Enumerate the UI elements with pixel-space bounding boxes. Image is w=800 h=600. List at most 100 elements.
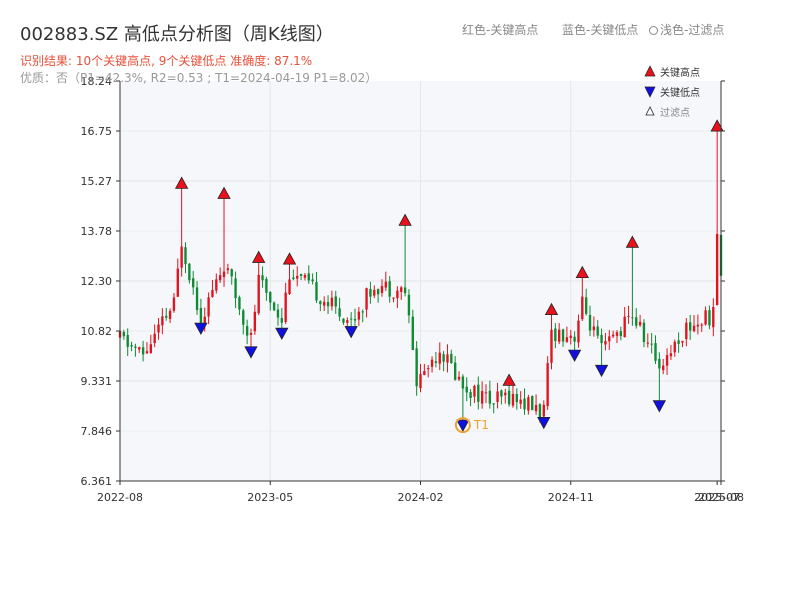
candle-body: [384, 281, 388, 288]
y-tick-label: 7.846: [81, 425, 113, 438]
candle-body: [153, 333, 156, 344]
candle-body: [631, 317, 634, 319]
candle-body: [126, 335, 129, 347]
quality-summary: 优质：否（P1=42.3%, R2=0.53 ; T1=2024-04-19 P…: [20, 71, 378, 85]
candle-body: [149, 344, 153, 353]
candle-body: [122, 331, 126, 337]
candle-body: [646, 342, 649, 344]
candle-body: [134, 346, 137, 348]
candle-body: [423, 370, 426, 376]
candle-body: [346, 320, 349, 323]
candle-body: [511, 393, 515, 406]
candle-body: [477, 384, 480, 402]
candle-body: [392, 297, 395, 299]
candle-body: [573, 336, 576, 342]
candle-body: [168, 310, 172, 319]
candle-body: [326, 302, 330, 307]
y-tick-label: 13.78: [81, 225, 113, 238]
x-tick-label: 2022-08: [97, 491, 143, 504]
candle-body: [507, 390, 511, 405]
candle-body: [130, 345, 133, 347]
t1-label: T1: [473, 418, 489, 432]
candle-body: [349, 318, 353, 320]
candle-body: [311, 279, 314, 282]
candle-body: [453, 362, 457, 380]
candle-body: [188, 263, 191, 281]
candle-body: [415, 348, 418, 387]
candle-body: [457, 376, 461, 380]
candle-body: [411, 316, 414, 351]
candle-body: [627, 315, 630, 317]
candle-body: [554, 328, 557, 342]
candle-body: [176, 268, 179, 297]
candle-body: [504, 392, 507, 396]
candle-body: [696, 324, 700, 327]
y-tick-label: 10.82: [81, 325, 113, 338]
candle-body: [519, 399, 522, 404]
candle-body: [669, 353, 673, 357]
candle-body: [211, 289, 214, 297]
x-tick-label: 2024-11: [548, 491, 594, 504]
candle-body: [226, 268, 230, 271]
candle-body: [654, 343, 657, 361]
candle-body: [165, 315, 168, 318]
candle-body: [430, 359, 434, 367]
candle-body: [688, 322, 692, 331]
candle-body: [600, 334, 603, 344]
candle-body: [357, 311, 361, 320]
candle-body: [184, 247, 187, 265]
x-tick-label: 2024-02: [398, 491, 444, 504]
candle-body: [365, 288, 368, 310]
candle-body: [353, 318, 357, 321]
candle-body: [257, 274, 260, 314]
candle-body: [342, 318, 345, 323]
x-tick-label: 2025-08: [698, 491, 744, 504]
candle-body: [161, 316, 164, 326]
legend-high-icon: [644, 65, 656, 77]
candle-body: [253, 311, 257, 332]
candle-body: [650, 343, 653, 345]
candle-body: [558, 329, 561, 342]
candle-body: [222, 271, 226, 278]
candle-body: [484, 392, 488, 394]
candle-body: [500, 390, 503, 397]
candle-body: [662, 365, 665, 371]
candle-body: [700, 324, 703, 326]
candle-body: [249, 332, 253, 335]
candle-body: [450, 353, 453, 364]
candle-body: [565, 337, 569, 342]
candle-body: [531, 396, 534, 411]
candle-body: [141, 347, 145, 355]
candle-body: [369, 288, 372, 297]
candle-body: [330, 297, 334, 307]
legend-high-label: 关键高点: [660, 66, 700, 79]
candle-body: [673, 341, 676, 353]
candle-body: [550, 329, 553, 363]
candle-body: [623, 316, 626, 338]
candle-body: [704, 310, 707, 325]
candle-body: [608, 336, 611, 342]
candle-body: [396, 290, 399, 299]
y-tick-label: 12.30: [81, 275, 113, 288]
candle-body: [307, 273, 310, 281]
candle-body: [157, 324, 160, 333]
candle-body: [523, 398, 526, 410]
candlestick-chart: T1 6.361 7.846 9.331 10.82 12.30 13.78 15.27 16…: [81, 65, 744, 504]
candle-body: [473, 385, 476, 397]
candle-body: [192, 278, 195, 288]
candle-body: [577, 320, 580, 343]
candle-body: [180, 246, 183, 268]
candle-body: [407, 294, 411, 316]
candle-body: [338, 308, 341, 317]
candle-body: [319, 301, 322, 305]
candle-body: [322, 301, 326, 306]
candle-body: [642, 322, 646, 343]
candle-body: [635, 317, 638, 326]
candle-body: [296, 275, 299, 279]
candle-body: [461, 376, 465, 389]
candle-body: [534, 404, 538, 412]
candle-body: [658, 358, 661, 369]
candle-body: [245, 326, 249, 336]
candle-body: [195, 287, 199, 310]
candle-body: [596, 326, 599, 336]
